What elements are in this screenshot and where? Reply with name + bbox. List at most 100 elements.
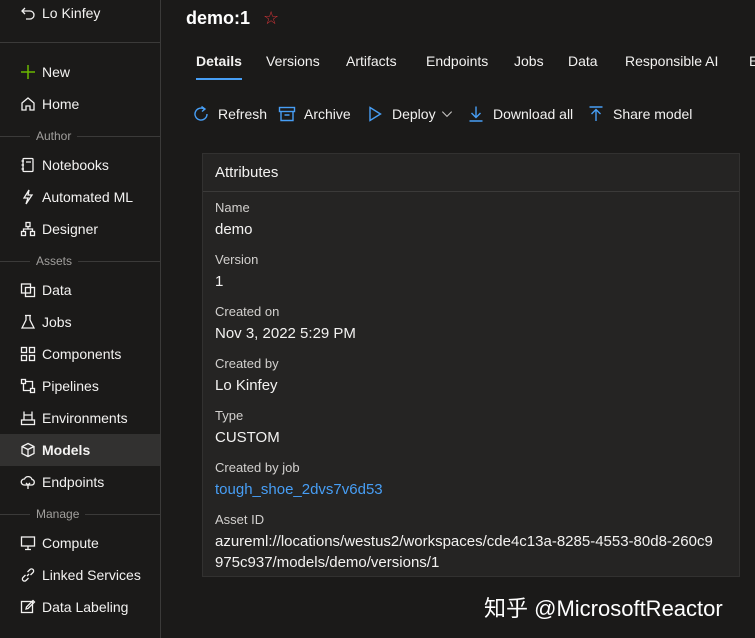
- sidebar-item-label: Designer: [42, 221, 99, 237]
- sidebar-item-components[interactable]: Components: [0, 338, 160, 370]
- archive-button[interactable]: Archive: [278, 100, 351, 128]
- attributes-card: Attributes Name demo Version 1 Created o…: [202, 153, 740, 577]
- sidebar-item-notebooks[interactable]: Notebooks: [0, 149, 160, 181]
- sidebar-item-label: Compute: [42, 535, 99, 551]
- tab-data[interactable]: Data: [568, 44, 598, 80]
- job-link[interactable]: tough_shoe_2dvs7v6d53: [215, 479, 725, 500]
- sidebar-item-endpoints[interactable]: Endpoints: [0, 466, 160, 498]
- cloud-endpoint-icon: [0, 474, 46, 490]
- refresh-button[interactable]: Refresh: [192, 100, 267, 128]
- star-outline-icon[interactable]: ☆: [263, 8, 279, 29]
- plus-icon: [0, 64, 46, 80]
- home-icon: [0, 96, 46, 112]
- sidebar-item-environments[interactable]: Environments: [0, 402, 160, 434]
- share-model-button[interactable]: Share model: [587, 100, 692, 128]
- sidebar-item-compute[interactable]: Compute: [0, 527, 160, 559]
- attribute-key: Created on: [215, 304, 280, 319]
- attribute-key: Name: [215, 200, 250, 215]
- sidebar-item-jobs[interactable]: Jobs: [0, 306, 160, 338]
- notebook-icon: [0, 157, 46, 173]
- archive-label: Archive: [304, 106, 351, 122]
- sidebar-item-label: Pipelines: [42, 378, 99, 394]
- pipelines-icon: [0, 378, 46, 394]
- download-all-button[interactable]: Download all: [467, 100, 573, 128]
- sidebar-item-home[interactable]: Home: [0, 88, 160, 120]
- sidebar-item-label: Data: [42, 282, 72, 298]
- sidebar: Lo Kinfey New Home Author Notebooks Auto…: [0, 0, 161, 638]
- sidebar-item-label: Home: [42, 96, 80, 112]
- sidebar-item-label: Data Labeling: [42, 599, 129, 615]
- deploy-label: Deploy: [392, 106, 436, 122]
- cube-icon: [0, 442, 46, 458]
- sidebar-divider: [0, 42, 160, 43]
- attribute-value: 1: [215, 273, 224, 290]
- attribute-value: CUSTOM: [215, 429, 280, 446]
- automl-icon: [0, 189, 46, 205]
- share-upload-icon: [589, 106, 603, 121]
- components-icon: [0, 346, 46, 362]
- attribute-asset-id: Asset ID azureml://locations/westus2/wor…: [215, 512, 725, 573]
- attribute-created-by-job: Created by job tough_shoe_2dvs7v6d53: [215, 460, 725, 500]
- archive-icon: [278, 106, 296, 122]
- attribute-value: demo: [215, 221, 253, 238]
- chevron-down-icon: [441, 111, 452, 118]
- sidebar-item-linked-services[interactable]: Linked Services: [0, 559, 160, 591]
- attributes-heading: Attributes: [203, 154, 739, 192]
- sidebar-item-label: Endpoints: [42, 474, 105, 490]
- back-arrow-icon: [0, 5, 46, 21]
- designer-icon: [0, 221, 46, 237]
- tab-bar: Details Versions Artifacts Endpoints Job…: [186, 44, 755, 84]
- sidebar-item-designer[interactable]: Designer: [0, 213, 160, 245]
- sidebar-item-data-labeling[interactable]: Data Labeling: [0, 591, 160, 623]
- download-icon: [469, 106, 483, 122]
- sidebar-item-label: New: [42, 64, 71, 80]
- sidebar-item-models[interactable]: Models: [0, 434, 160, 466]
- attribute-type: Type CUSTOM: [215, 408, 725, 448]
- sidebar-item-label: Jobs: [42, 314, 72, 330]
- attribute-key: Type: [215, 408, 244, 423]
- tab-versions[interactable]: Versions: [266, 44, 320, 80]
- tab-jobs[interactable]: Jobs: [514, 44, 544, 80]
- sidebar-item-label: Automated ML: [42, 189, 134, 205]
- share-model-label: Share model: [613, 106, 693, 122]
- tab-endpoints[interactable]: Endpoints: [426, 44, 488, 80]
- refresh-icon: [194, 105, 208, 121]
- sidebar-item-label: Components: [42, 346, 122, 362]
- refresh-label: Refresh: [218, 106, 268, 122]
- attribute-name: Name demo: [215, 200, 725, 240]
- sidebar-item-pipelines[interactable]: Pipelines: [0, 370, 160, 402]
- tab-details[interactable]: Details: [196, 44, 242, 80]
- edit-icon: [0, 599, 46, 615]
- back-to-user-button[interactable]: Lo Kinfey: [0, 0, 160, 29]
- attribute-key: Created by job: [215, 460, 300, 475]
- sidebar-item-label: Linked Services: [42, 567, 141, 583]
- attribute-key: Version: [215, 252, 259, 267]
- deploy-button[interactable]: Deploy: [366, 100, 454, 128]
- sidebar-item-label: Environments: [42, 410, 128, 426]
- link-icon: [0, 567, 46, 583]
- download-all-label: Download all: [493, 106, 574, 122]
- sidebar-item-label: Notebooks: [42, 157, 109, 173]
- command-bar: Refresh Archive Deploy Download all Shar…: [192, 100, 752, 128]
- play-icon: [369, 106, 382, 122]
- attribute-value: Nov 3, 2022 5:29 PM: [215, 325, 356, 342]
- flask-icon: [0, 314, 46, 330]
- tab-overflow[interactable]: E: [749, 44, 755, 80]
- section-assets: Assets: [0, 253, 160, 269]
- section-author: Author: [0, 128, 160, 144]
- attribute-version: Version 1: [215, 252, 725, 292]
- sidebar-item-new[interactable]: New: [0, 56, 160, 88]
- user-name: Lo Kinfey: [42, 5, 101, 21]
- tab-artifacts[interactable]: Artifacts: [346, 44, 397, 80]
- attribute-created-by: Created by Lo Kinfey: [215, 356, 725, 396]
- sidebar-item-data[interactable]: Data: [0, 274, 160, 306]
- attribute-key: Asset ID: [215, 512, 265, 527]
- sidebar-item-automated-ml[interactable]: Automated ML: [0, 181, 160, 213]
- tab-responsible-ai[interactable]: Responsible AI: [625, 44, 718, 80]
- attribute-value: azureml://locations/westus2/workspaces/c…: [215, 533, 713, 571]
- sidebar-item-label: Models: [42, 442, 91, 458]
- attribute-value: Lo Kinfey: [215, 377, 278, 394]
- attribute-created-on: Created on Nov 3, 2022 5:29 PM: [215, 304, 725, 344]
- data-icon: [0, 282, 46, 298]
- environment-icon: [0, 410, 46, 426]
